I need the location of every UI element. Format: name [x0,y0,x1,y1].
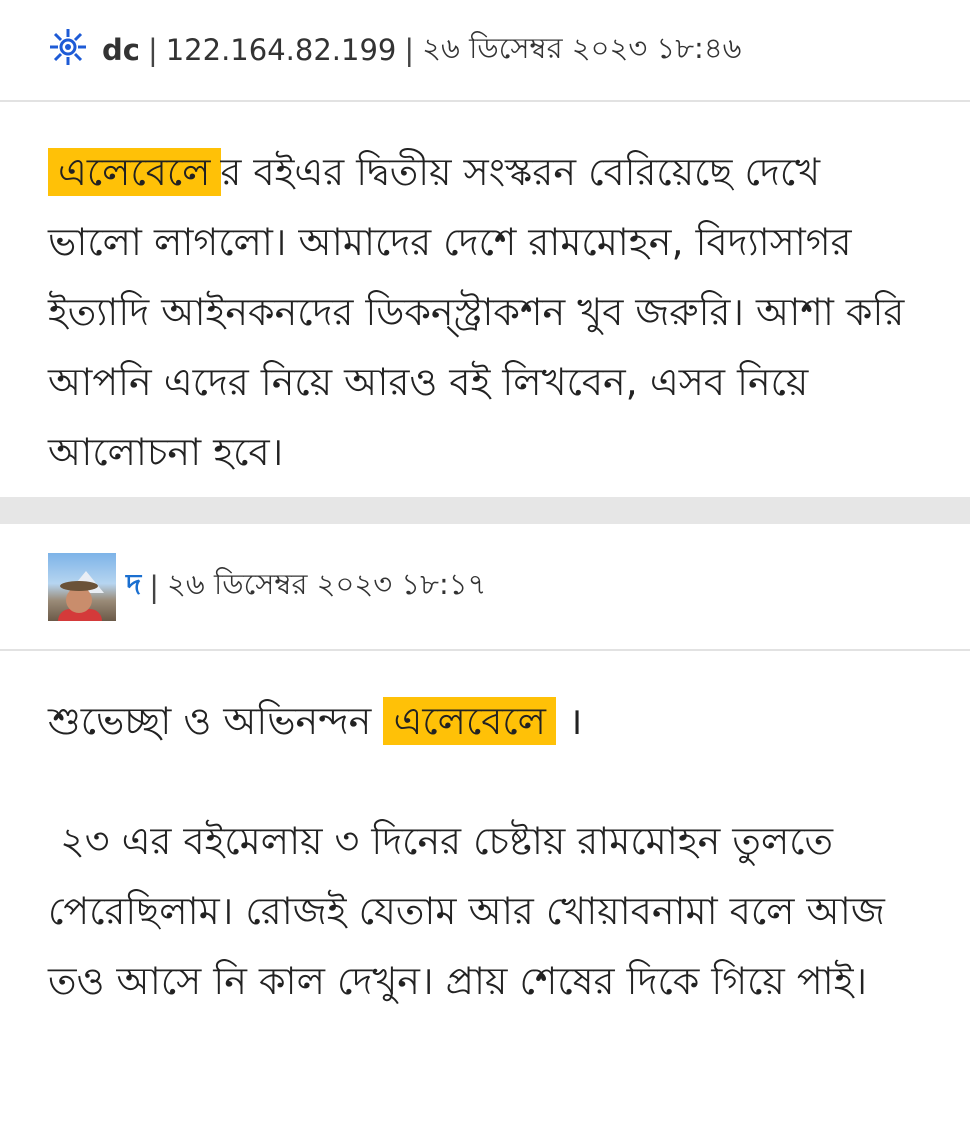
user-mention[interactable]: এলেবেলে [383,697,556,745]
comment-author[interactable]: দ [126,562,141,611]
comment-author[interactable]: dc [102,33,140,67]
comment-2: দ | ২৬ ডিসেম্বর ২০২৩ ১৮:১৭ শুভেচ্ছা ও অভ… [0,524,970,1016]
comment-body: এলেবেলে র বইএর দ্বিতীয় সংস্করন বেরিয়েছে… [0,102,970,497]
gear-sun-icon [48,27,88,74]
comment-1: dc | 122.164.82.199 | ২৬ ডিসেম্বর ২০২৩ ১… [0,0,970,497]
comment-header: dc | 122.164.82.199 | ২৬ ডিসেম্বর ২০২৩ ১… [0,0,970,100]
separator: | [147,33,158,67]
user-mention[interactable]: এলেবেলে [48,148,221,196]
comment-body: শুভেচ্ছা ও অভিনন্দন এলেবেলে । ২৩ এর বইমে… [0,651,970,1016]
separator: | [404,33,415,67]
comment-text: ২৩ এর বইমেলায় ৩ দিনের চেষ্টায় রামমোহন … [48,819,885,1003]
separator: | [149,569,160,604]
comment-timestamp[interactable]: ২৬ ডিসেম্বর ২০২৩ ১৮:৪৬ [422,26,741,75]
greeting-suffix: । [568,699,583,743]
greeting-prefix: শুভেচ্ছা ও অভিনন্দন [48,699,372,743]
comment-text: র বইএর দ্বিতীয় সংস্করন বেরিয়েছে দেখে ভ… [48,150,905,474]
greeting-line: শুভেচ্ছা ও অভিনন্দন এলেবেলে । [48,686,922,756]
user-avatar[interactable] [48,552,116,621]
comment-ip: 122.164.82.199 [165,33,397,67]
comment-timestamp[interactable]: ২৬ ডিসেম্বর ২০২৩ ১৮:১৭ [167,562,486,611]
comment-separator-band [0,497,970,524]
comment-header: দ | ২৬ ডিসেম্বর ২০২৩ ১৮:১৭ [0,524,970,649]
